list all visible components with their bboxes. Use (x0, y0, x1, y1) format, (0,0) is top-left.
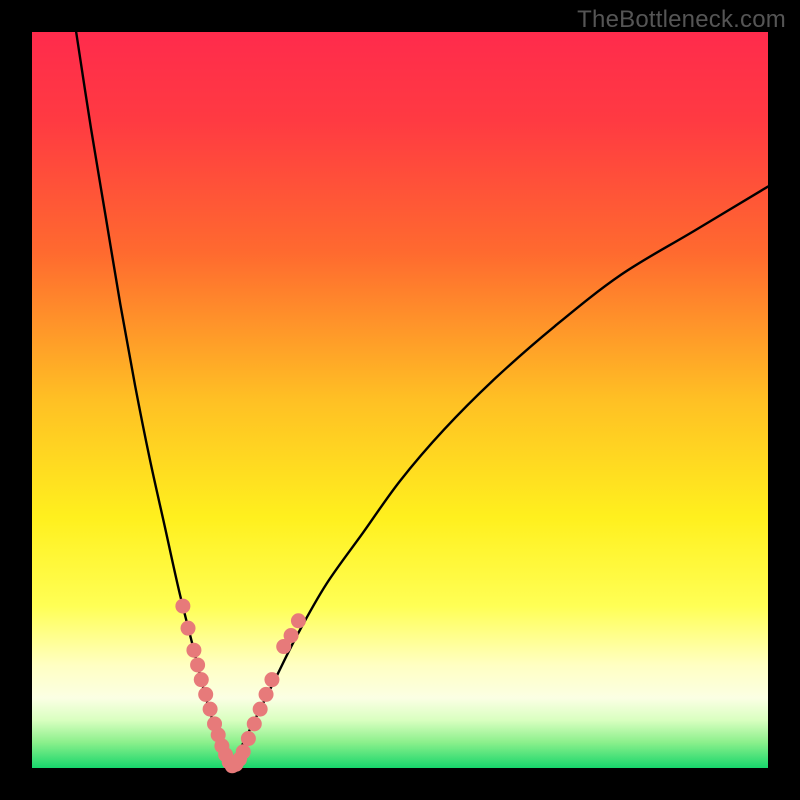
highlight-dot (190, 657, 205, 672)
highlight-dot (181, 621, 196, 636)
highlight-dot (175, 599, 190, 614)
highlight-dot (253, 702, 268, 717)
highlight-dot (198, 687, 213, 702)
highlight-dots (175, 599, 306, 774)
highlight-dot (194, 672, 209, 687)
highlight-dot (264, 672, 279, 687)
watermark-text: TheBottleneck.com (577, 6, 786, 34)
highlight-dot (241, 731, 256, 746)
highlight-dot (236, 744, 251, 759)
curve-right-branch (231, 187, 768, 768)
curve-left-branch (76, 32, 231, 768)
plot-area (32, 32, 768, 768)
highlight-dot (259, 687, 274, 702)
highlight-dot (291, 613, 306, 628)
bottleneck-curve (32, 32, 768, 768)
chart-frame: TheBottleneck.com (0, 0, 800, 800)
highlight-dot (186, 643, 201, 658)
highlight-dot (247, 716, 262, 731)
highlight-dot (284, 628, 299, 643)
highlight-dot (203, 702, 218, 717)
